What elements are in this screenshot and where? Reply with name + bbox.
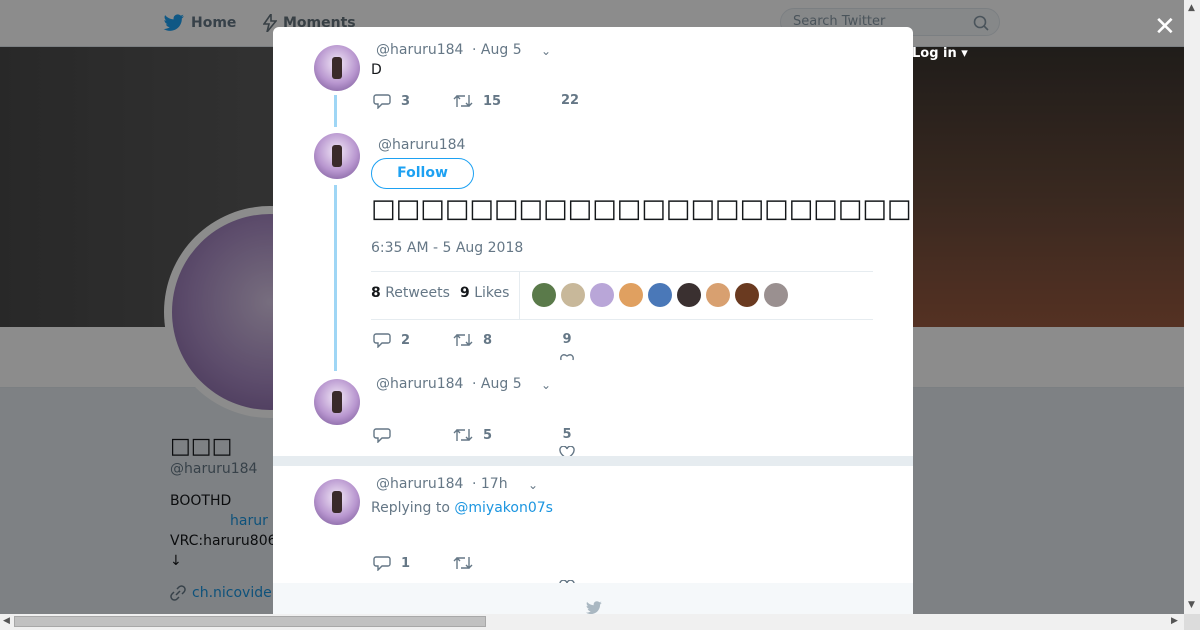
close-icon[interactable]: ✕ [1154,12,1176,42]
chevron-down-icon[interactable]: ⌄ [541,44,551,58]
follow-button[interactable]: Follow [371,158,474,189]
scroll-down-arrow[interactable]: ▼ [1188,600,1195,610]
replying-to-prefix: Replying to [371,500,450,516]
like-button[interactable]: 22 [561,93,579,108]
reply-icon [373,333,391,348]
retweet-icon [453,334,473,346]
thread-line [334,185,337,371]
scroll-left-arrow[interactable]: ◀ [3,616,10,626]
replying-to-link[interactable]: @miyakon07s [454,500,553,516]
login-menu[interactable]: Log in ▾ [912,46,968,61]
avatar[interactable] [314,379,360,425]
tweet-handle[interactable]: @haruru184 [376,376,463,392]
tweet-timestamp[interactable]: · Aug 5 [472,376,522,392]
liker-avatar[interactable] [706,283,730,307]
tweet-stats: 8 Retweets 9 Likes [371,271,873,320]
reply-count: 1 [401,555,411,571]
liker-avatar[interactable] [561,283,585,307]
chevron-down-icon[interactable]: ⌄ [528,478,538,492]
like-count: 9 [562,332,572,347]
liker-avatar[interactable] [590,283,614,307]
tweet-handle[interactable]: @haruru184 [376,476,463,492]
tweet-text: D [371,62,382,78]
horizontal-scrollbar-thumb[interactable] [14,616,486,627]
heart-icon [560,354,574,361]
reply-count: 2 [401,332,411,348]
reply-icon [373,94,391,109]
thread-line [334,95,337,127]
reply-icon [373,428,391,443]
avatar[interactable] [314,133,360,179]
reply-button[interactable] [373,427,391,443]
twitter-bird-icon [585,601,602,614]
retweet-button[interactable]: 15 [453,93,501,109]
tweet-date: 6:35 AM - 5 Aug 2018 [371,240,524,256]
like-button[interactable]: 9 [559,332,575,361]
chevron-down-icon[interactable]: ⌄ [541,378,551,392]
tweet-text: □□□□□□□□□□□□□□□□□□□□□□□□□□□□□□□□□□□□□□□ [371,194,913,224]
like-count: 22 [561,93,580,108]
retweet-icon [453,557,473,569]
replying-to: Replying to @miyakon07s [371,500,553,516]
liker-avatar[interactable] [532,283,556,307]
retweet-count: 8 [483,332,493,348]
tweet-handle[interactable]: @haruru184 [376,42,463,58]
likes-label: Likes [474,285,510,301]
reply-button[interactable]: 3 [373,93,410,109]
liker-avatar[interactable] [735,283,759,307]
retweets-count: 8 [371,285,381,301]
retweet-icon [453,429,473,441]
retweets-label: Retweets [385,285,450,301]
tweet-handle[interactable]: @haruru184 [378,137,465,153]
retweet-count: 15 [483,93,502,109]
likes-stat[interactable]: 9 Likes [460,285,509,301]
horizontal-scrollbar[interactable]: ◀ ▶ [0,614,1184,630]
scrollbar-corner [1184,614,1200,630]
reply-icon [373,556,391,571]
retweet-button[interactable] [453,555,473,571]
scroll-right-arrow[interactable]: ▶ [1171,616,1178,626]
reply-button[interactable]: 1 [373,555,410,571]
tweet-modal: @haruru184 · Aug 5 ⌄ D 3 15 22 @haruru18… [273,27,913,614]
vertical-scrollbar[interactable]: ▲ ▼ [1184,0,1200,614]
likes-count: 9 [460,285,470,301]
retweet-count: 5 [483,427,493,443]
retweet-button[interactable]: 5 [453,427,492,443]
liker-avatar[interactable] [764,283,788,307]
stats-divider [519,272,520,319]
liker-avatar[interactable] [648,283,672,307]
retweet-icon [453,95,473,107]
reply-button[interactable]: 2 [373,332,410,348]
scroll-up-arrow[interactable]: ▲ [1188,3,1195,13]
retweets-stat[interactable]: 8 Retweets [371,285,450,301]
modal-footer [273,583,913,614]
tweet-timestamp[interactable]: · 17h [472,476,508,492]
like-count: 5 [562,427,572,442]
avatar[interactable] [314,479,360,525]
avatar[interactable] [314,45,360,91]
reply-count: 3 [401,93,411,109]
retweet-button[interactable]: 8 [453,332,492,348]
liker-avatar[interactable] [677,283,701,307]
conversation-separator [273,456,913,466]
liker-avatar[interactable] [619,283,643,307]
login-label: Log in [912,46,957,61]
tweet-timestamp[interactable]: · Aug 5 [472,42,522,58]
